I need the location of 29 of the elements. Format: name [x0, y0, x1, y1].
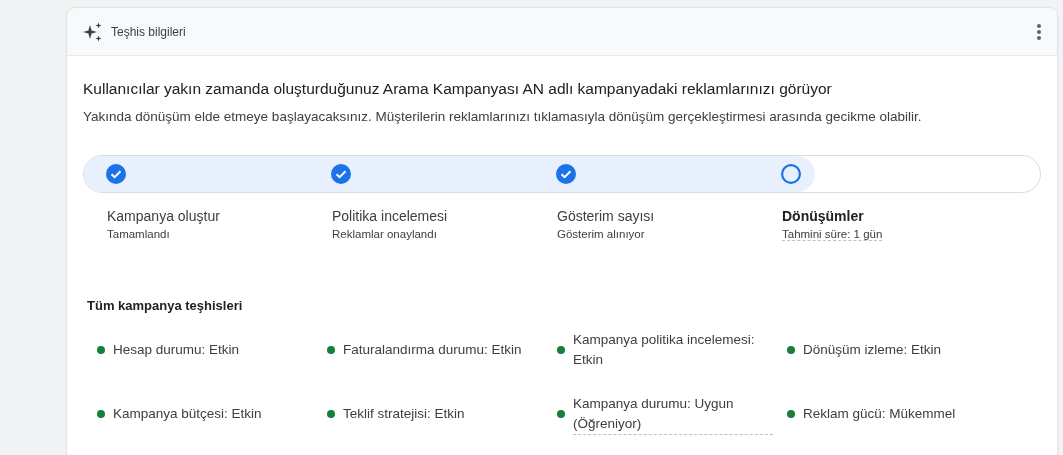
- step-title: Politika incelemesi: [332, 208, 449, 224]
- step-title: Gösterim sayısı: [557, 208, 656, 224]
- diagnostic-status: Faturalandırma durumu: Etkin: [343, 341, 522, 359]
- step-status: Tamamlandı: [107, 228, 170, 240]
- diagnostic-status: Kampanya politika incelemesi: Etkin: [573, 331, 756, 369]
- status-dot-icon: [557, 410, 565, 418]
- diagnostic-status: Kampanya bütçesi: Etkin: [113, 405, 262, 423]
- section-title: Tüm kampanya teşhisleri: [86, 298, 244, 313]
- status-dot-icon: [787, 346, 795, 354]
- step-title: Kampanya oluştur: [107, 208, 221, 224]
- description: Yakında dönüşüm elde etmeye başlayacaksınız. Müşterilerin reklamlarınızı tıklamasıyla dönüşüm gerçekleştirmesi arasında gecikme olabilir.: [83, 109, 923, 124]
- step-title: Dönüşümler: [782, 208, 865, 224]
- diagnostic-status: Teklif stratejisi: Etkin: [343, 405, 465, 423]
- step-status: Tahmini süre: 1 gün: [782, 228, 883, 241]
- step-status: Gösterim alınıyor: [557, 228, 645, 240]
- diagnostic-status: Kampanya durumu: Uygun (Öğreniyor): [573, 393, 773, 435]
- step-status: Reklamlar onaylandı: [332, 228, 437, 240]
- status-dot-icon: [557, 346, 565, 354]
- status-dot-icon: [327, 410, 335, 418]
- headline: Kullanıcılar yakın zamanda oluşturduğunuz Arama Kampanyası AN adlı kampanyadaki reklamlarınızı görüyor: [83, 80, 833, 98]
- status-dot-icon: [97, 410, 105, 418]
- sparkle-icon: [83, 21, 103, 42]
- status-dot-icon: [97, 346, 105, 354]
- diagnostic-status: Hesap durumu: Etkin: [113, 341, 240, 359]
- status-dot-icon: [787, 410, 795, 418]
- diagnostic-status: Reklam gücü: Mükemmel: [803, 405, 956, 423]
- card-title: Teşhis bilgileri: [111, 24, 187, 39]
- diagnostic-status: Dönüşüm izleme: Etkin: [803, 341, 942, 359]
- status-dot-icon: [327, 346, 335, 354]
